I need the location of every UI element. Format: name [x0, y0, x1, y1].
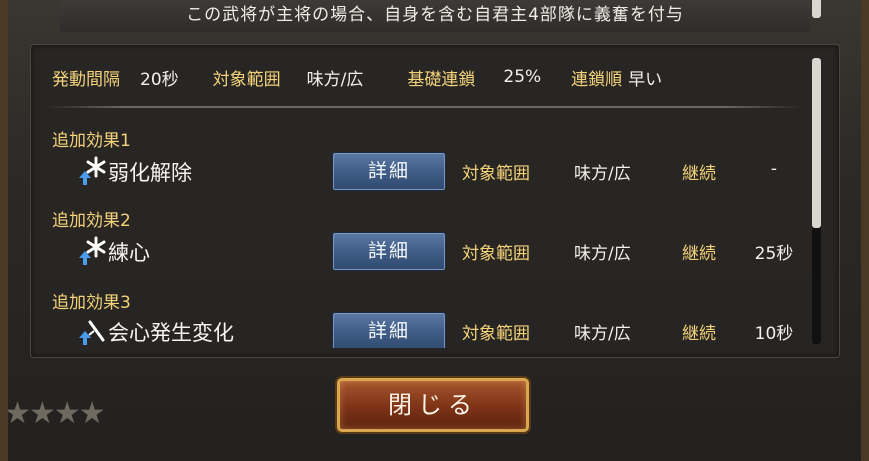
description-scrollbar[interactable] — [812, 0, 821, 18]
scrollbar-thumb[interactable] — [812, 58, 821, 228]
detail-button-1[interactable]: 詳細 — [332, 152, 446, 191]
target-label: 対象範囲 — [212, 69, 281, 90]
effect-row-3: 会心発生変化 詳細 対象範囲 味方/広 継続 10秒 — [76, 312, 806, 348]
sword-up-icon — [76, 316, 106, 346]
effect-target-value-1: 味方/広 — [574, 164, 631, 184]
asterisk-up-icon — [76, 156, 106, 186]
effect-name-3: 会心発生変化 — [108, 321, 234, 345]
effect-duration-value-3: 10秒 — [754, 324, 794, 344]
panel-scrollbar[interactable] — [812, 58, 821, 344]
effect-target-value-2: 味方/広 — [574, 244, 631, 264]
effect-row-2: 練心 詳細 対象範囲 味方/広 継続 25秒 — [76, 232, 806, 272]
effect-target-value-3: 味方/広 — [574, 324, 631, 344]
rarity-stars: ★★★★ — [4, 396, 106, 431]
effect-row-1: 弱化解除 詳細 対象範囲 味方/広 継続 - — [76, 152, 806, 192]
effect-header-3: 追加効果3 — [52, 293, 131, 313]
skill-description: この武将が主将の場合、自身を含む自君主4部隊に義奮を付与 — [60, 0, 810, 32]
effect-target-label-3: 対象範囲 — [462, 324, 530, 344]
skill-summary: 発動間隔 20秒 対象範囲 味方/広 基礎連鎖 25% 連鎖順 早い — [52, 62, 812, 92]
target-value: 味方/広 — [306, 69, 364, 90]
divider — [46, 106, 802, 108]
effect-name-1: 弱化解除 — [108, 161, 192, 185]
asterisk-up-icon — [76, 236, 106, 266]
effect-duration-value-2: 25秒 — [754, 244, 794, 264]
chain-order-value: 早い — [628, 69, 663, 90]
chain-order-label: 連鎖順 — [571, 69, 623, 90]
detail-button-3[interactable]: 詳細 — [332, 312, 446, 348]
close-button[interactable]: 閉じる — [337, 378, 529, 432]
interval-label: 発動間隔 — [52, 69, 120, 90]
effect-duration-label-3: 継続 — [682, 324, 716, 344]
effect-header-2: 追加効果2 — [52, 211, 131, 231]
effect-duration-label-1: 継続 — [682, 164, 716, 184]
interval-value: 20秒 — [140, 69, 179, 90]
effect-duration-label-2: 継続 — [682, 244, 716, 264]
detail-button-2[interactable]: 詳細 — [332, 232, 446, 271]
base-chain-value: 25% — [503, 67, 542, 87]
base-chain-label: 基礎連鎖 — [407, 69, 476, 90]
effect-header-1: 追加効果1 — [52, 131, 131, 151]
effect-name-2: 練心 — [108, 241, 150, 265]
effect-target-label-2: 対象範囲 — [462, 244, 530, 264]
effect-duration-value-1: - — [770, 159, 778, 179]
effect-target-label-1: 対象範囲 — [462, 164, 530, 184]
